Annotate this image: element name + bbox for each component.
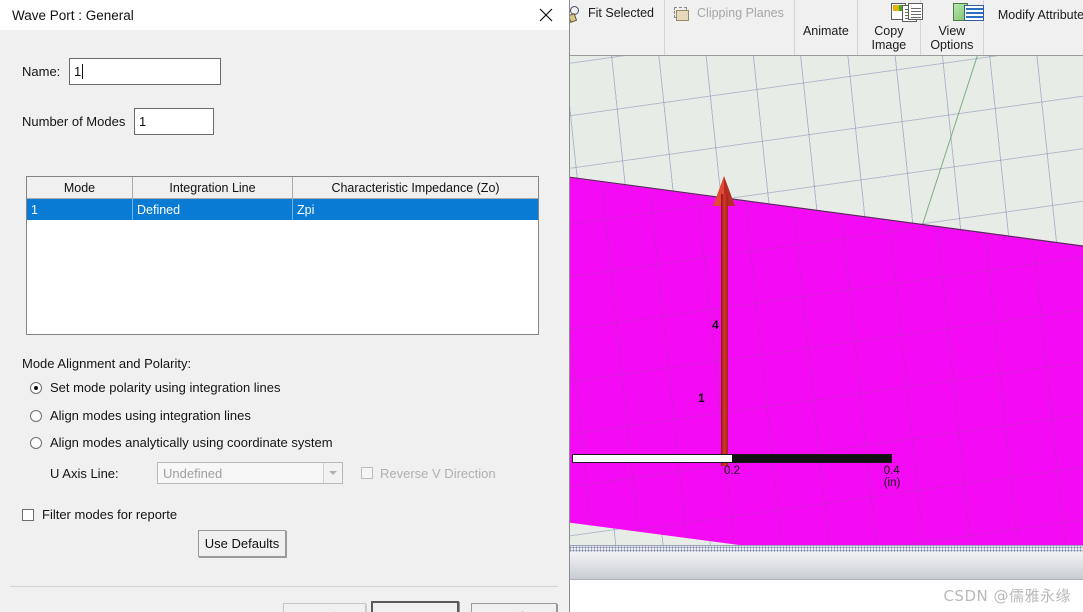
cell-mode: 1 [27, 199, 133, 220]
ribbon-toolbar: Fit Selected Clipping Planes Animate Cop… [560, 0, 1083, 56]
reverse-v-direction-label: Reverse V Direction [380, 465, 496, 481]
view-options-button[interactable]: View Options [925, 0, 984, 55]
clipping-planes-button[interactable]: Clipping Planes [669, 0, 790, 55]
view-options-icon [936, 2, 984, 24]
dialog-title-bar: Wave Port : General [0, 0, 569, 30]
radio-set-mode-polarity[interactable]: Set mode polarity using integration line… [30, 380, 281, 395]
scale-bar: 0.2 0.4 (in) [572, 454, 900, 489]
radio-icon-selected [30, 381, 42, 394]
ribbon-group-fit: Fit Selected [560, 0, 666, 55]
ribbon-group-view-options: View Options [921, 0, 984, 55]
column-header-impedance[interactable]: Characteristic Impedance (Zo) [293, 177, 538, 199]
fit-selected-label: Fit Selected [588, 6, 655, 20]
scale-bar-ticks: 0.2 0.4 (in) [572, 463, 900, 489]
next-button[interactable]: 下一页(N) > [371, 601, 459, 612]
back-button[interactable]: < 上一步(B) [283, 603, 366, 612]
copy-image-label-2: Image [871, 38, 907, 52]
modify-attributes-button[interactable]: Modify Attributes [988, 0, 1083, 55]
copy-image-button[interactable]: Copy Image [862, 0, 923, 55]
u-axis-line-row: U Axis Line: Undefined Reverse V Directi… [50, 462, 496, 484]
scale-segment-dark [732, 455, 891, 462]
u-axis-line-dropdown[interactable]: Undefined [157, 462, 343, 484]
dialog-body: Name: 1 Number of Modes 1 Mode Integrati… [0, 30, 569, 612]
text-caret [82, 64, 84, 79]
integration-line-arrow[interactable]: 4 1 [698, 176, 740, 466]
checkbox-icon [22, 508, 34, 521]
fit-selected-button[interactable]: Fit Selected [564, 0, 660, 55]
checkbox-icon [361, 467, 373, 479]
cell-impedance: Zpi [297, 202, 315, 217]
ribbon-group-animate: Animate [795, 0, 858, 55]
radio-label-0: Set mode polarity using integration line… [50, 380, 281, 395]
scale-tick-2: 0.4 (in) [883, 465, 901, 489]
name-row: Name: 1 [22, 58, 221, 85]
cancel-button[interactable]: 取消 [471, 603, 557, 612]
copy-image-icon [873, 2, 923, 24]
name-label: Name: [22, 64, 61, 79]
view-options-label-1: View [938, 24, 966, 38]
modify-attributes-label: Modify Attributes [997, 8, 1083, 22]
dialog-separator [10, 586, 558, 587]
magnifier-icon [567, 6, 584, 23]
clipping-planes-label: Clipping Planes [697, 6, 784, 20]
number-of-modes-label: Number of Modes [22, 114, 126, 129]
3d-viewport[interactable]: 4 1 0.2 0.4 (in) [560, 56, 1083, 545]
number-of-modes-input[interactable]: 1 [134, 108, 214, 135]
app-window: Fit Selected Clipping Planes Animate Cop… [0, 0, 1083, 612]
copy-image-label-1: Copy [874, 24, 904, 38]
viewport-scrollbar-strip[interactable] [560, 545, 1083, 552]
ribbon-group-copy-image: Copy Image [858, 0, 923, 55]
use-defaults-button[interactable]: Use Defaults [198, 530, 286, 557]
arrow-label-bottom: 1 [698, 391, 705, 405]
radio-icon [30, 436, 42, 449]
name-input[interactable]: 1 [69, 58, 221, 85]
animate-label: Animate [802, 24, 849, 38]
radio-align-modes-integration[interactable]: Align modes using integration lines [30, 408, 251, 423]
table-row[interactable]: 1 Defined Zpi [27, 199, 538, 220]
reverse-v-direction-checkbox[interactable]: Reverse V Direction [361, 466, 496, 481]
clipping-plane-icon [673, 6, 693, 24]
wave-port-dialog: Wave Port : General Name: 1 Number of Mo… [0, 0, 570, 612]
arrow-label-top: 4 [712, 318, 719, 332]
u-axis-line-value: Undefined [163, 465, 223, 481]
name-value: 1 [74, 64, 82, 79]
ribbon-group-clipping: Clipping Planes [665, 0, 795, 55]
dialog-title: Wave Port : General [12, 7, 134, 23]
view-options-label-2: Options [930, 38, 974, 52]
cell-integration-line: Defined [133, 199, 293, 220]
film-strip-icon [810, 2, 842, 24]
ribbon-group-modify: Modify Attributes [984, 0, 1083, 55]
scale-segment-light [573, 455, 732, 462]
filter-modes-checkbox[interactable]: Filter modes for reporte [22, 507, 187, 522]
dropdown-arrow-icon [323, 463, 342, 483]
mode-alignment-title: Mode Alignment and Polarity: [22, 356, 192, 371]
table-header-row: Mode Integration Line Characteristic Imp… [27, 177, 538, 199]
column-header-integration-line[interactable]: Integration Line [133, 177, 293, 199]
close-icon[interactable] [523, 0, 569, 30]
radio-icon [30, 409, 42, 422]
column-header-mode[interactable]: Mode [27, 177, 133, 199]
radio-label-1: Align modes using integration lines [50, 408, 251, 423]
watermark: CSDN @儒雅永缘 [943, 587, 1071, 605]
number-of-modes-value: 1 [139, 114, 147, 129]
animate-button[interactable]: Animate [799, 0, 853, 55]
modes-table[interactable]: Mode Integration Line Characteristic Imp… [26, 176, 539, 335]
scale-bar-segments [572, 454, 892, 463]
arrow-shaft [721, 194, 728, 466]
u-axis-line-label: U Axis Line: [50, 465, 119, 481]
scale-tick-1: 0.2 [724, 465, 740, 477]
number-of-modes-row: Number of Modes 1 [22, 108, 214, 135]
status-band [560, 552, 1083, 580]
radio-align-modes-analytically[interactable]: Align modes analytically using coordinat… [30, 435, 333, 450]
filter-modes-label: Filter modes for reporte [42, 507, 178, 522]
radio-label-2: Align modes analytically using coordinat… [50, 435, 333, 450]
